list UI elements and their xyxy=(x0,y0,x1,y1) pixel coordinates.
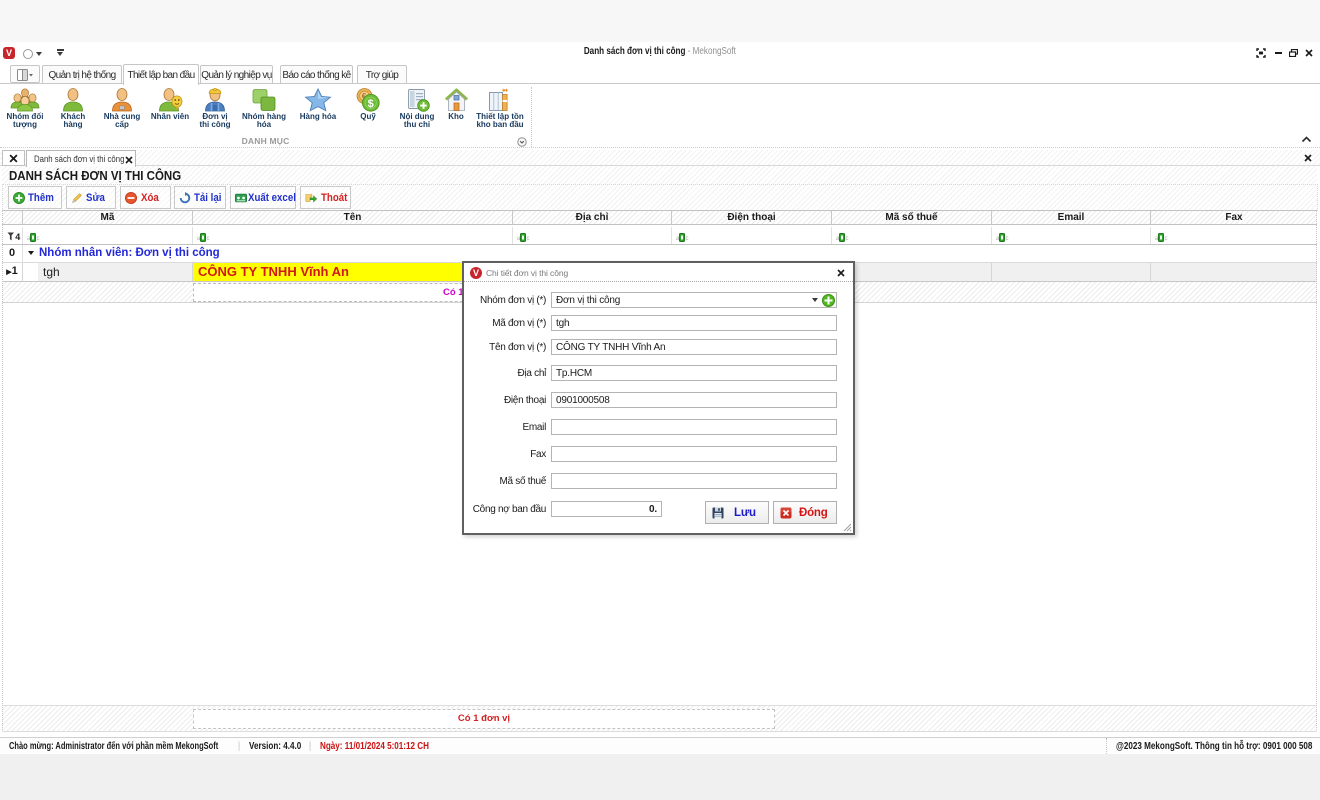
svg-text:4: 4 xyxy=(15,232,20,241)
svg-text:c: c xyxy=(846,236,849,242)
svg-text:c: c xyxy=(207,236,210,242)
svg-text:c: c xyxy=(686,236,689,242)
svg-text:c: c xyxy=(1006,236,1009,242)
svg-text:c: c xyxy=(527,236,530,242)
svg-text:c: c xyxy=(37,236,40,242)
svg-text:$: $ xyxy=(368,98,374,110)
svg-text:c: c xyxy=(1165,236,1168,242)
